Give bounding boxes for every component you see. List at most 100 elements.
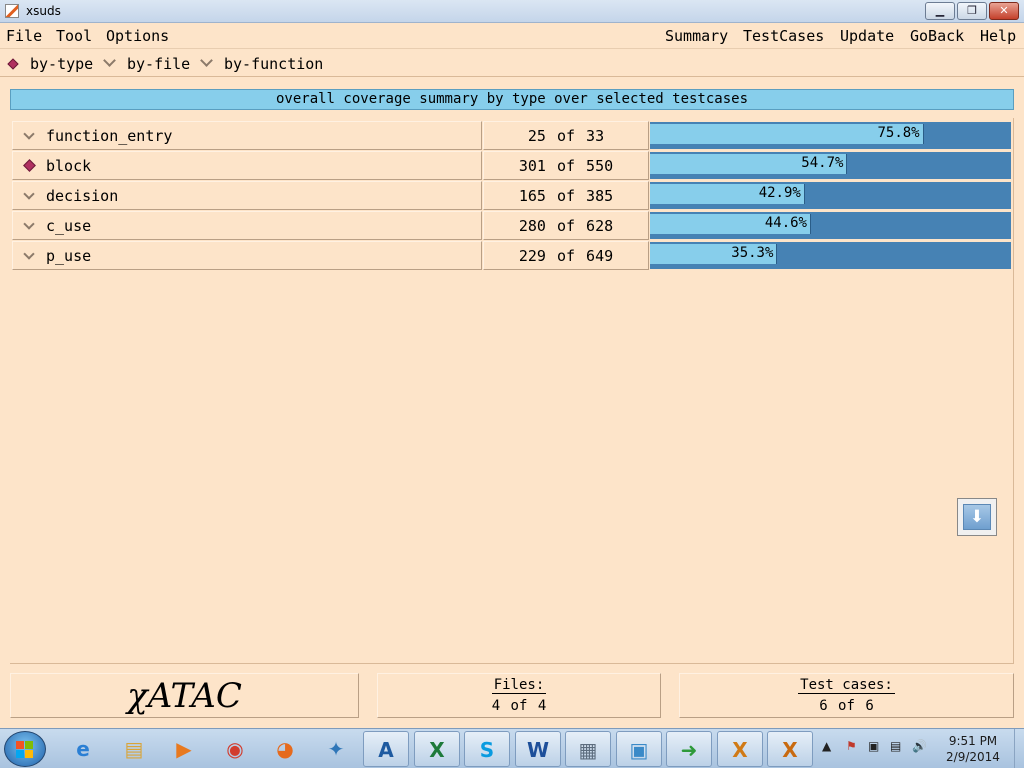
- count-cell: 165 of 385: [483, 181, 649, 210]
- volume-icon[interactable]: 🔊: [912, 739, 927, 753]
- menu-options[interactable]: Options: [106, 27, 169, 45]
- minimize-icon: ▁: [935, 4, 945, 17]
- taskbar-file-explorer-button[interactable]: ▤: [111, 731, 157, 767]
- xsuds-app-icon: [5, 4, 19, 18]
- calculator-icon: ▦: [578, 738, 598, 762]
- taskbar-photo-viewer-button[interactable]: ▣: [616, 731, 662, 767]
- xming-launch-icon: ➜: [680, 738, 698, 762]
- menu-file[interactable]: File: [6, 27, 42, 45]
- files-value: 4 of 4: [491, 698, 547, 714]
- show-desktop-button[interactable]: [1014, 729, 1024, 768]
- network-icon[interactable]: ▤: [890, 739, 901, 753]
- network-app-icon: ✦: [327, 737, 345, 761]
- close-icon: ✕: [999, 4, 1009, 17]
- type-cell[interactable]: p_use: [12, 241, 482, 270]
- count-label: 301 of 550: [518, 157, 614, 175]
- radio-unselected-icon: [103, 54, 116, 67]
- type-cell[interactable]: decision: [12, 181, 482, 210]
- taskbar-word-button[interactable]: W: [515, 731, 561, 767]
- menu-testcases[interactable]: TestCases: [743, 27, 824, 45]
- count-label: 229 of 649: [518, 247, 614, 265]
- table-row[interactable]: function_entry 25 of 33 75.8%: [12, 121, 1012, 151]
- table-row[interactable]: c_use 280 of 628 44.6%: [12, 211, 1012, 241]
- type-label: p_use: [46, 247, 92, 265]
- chrome-icon: ◉: [226, 737, 244, 761]
- maximize-button[interactable]: ❐: [957, 2, 987, 20]
- count-cell: 25 of 33: [483, 121, 649, 150]
- menu-update[interactable]: Update: [840, 27, 894, 45]
- taskbar-publisher-button[interactable]: A: [363, 731, 409, 767]
- menu-help[interactable]: Help: [980, 27, 1016, 45]
- taskbar-network-app-button[interactable]: ✦: [313, 731, 359, 767]
- taskbar-xming-button[interactable]: X: [717, 731, 763, 767]
- maximize-icon: ❐: [967, 4, 977, 17]
- taskbar-xming-active-button[interactable]: X: [767, 731, 813, 767]
- table-row[interactable]: p_use 229 of 649 35.3%: [12, 241, 1012, 271]
- testcases-value: 6 of 6: [819, 698, 874, 714]
- view-by-file-radio[interactable]: by-file: [103, 54, 190, 73]
- title-bar: xsuds ▁ ❐ ✕: [0, 0, 1024, 23]
- type-label: c_use: [46, 217, 92, 235]
- menu-tool[interactable]: Tool: [56, 27, 92, 45]
- taskbar-skype-button[interactable]: S: [464, 731, 510, 767]
- view-by-type-radio[interactable]: by-type: [7, 55, 93, 73]
- publisher-icon: A: [378, 738, 394, 762]
- taskbar-media-player-button[interactable]: ▶: [161, 731, 207, 767]
- count-cell: 229 of 649: [483, 241, 649, 270]
- media-player-icon: ▶: [176, 737, 192, 761]
- testcases-label: Test cases:: [798, 677, 895, 694]
- close-button[interactable]: ✕: [989, 2, 1019, 20]
- menu-goback[interactable]: GoBack: [910, 27, 964, 45]
- table-row[interactable]: block 301 of 550 54.7%: [12, 151, 1012, 181]
- count-cell: 280 of 628: [483, 211, 649, 240]
- scroll-down-button[interactable]: ⬇: [957, 498, 997, 536]
- xatac-logo: χATAC: [127, 676, 242, 716]
- table-row[interactable]: decision 165 of 385 42.9%: [12, 181, 1012, 211]
- view-by-function-label: by-function: [224, 55, 324, 73]
- skype-icon: S: [479, 738, 495, 762]
- clock[interactable]: 9:51 PM 2/9/2014: [934, 733, 1012, 765]
- type-cell[interactable]: c_use: [12, 211, 482, 240]
- row-radio-icon: [23, 188, 35, 200]
- type-cell[interactable]: block: [12, 151, 482, 180]
- view-by-function-radio[interactable]: by-function: [200, 54, 324, 73]
- count-label: 280 of 628: [518, 217, 614, 235]
- count-label: 25 of 33: [527, 127, 605, 145]
- percent-label: 44.6%: [764, 215, 807, 231]
- coverage-bar-fill: 75.8%: [650, 124, 924, 144]
- windows-taskbar: e ▤ ▶ ◉ ◕ ✦ A X S W ▦ ▣ ➜ X X ▲ ⚑ ▣ ▤ 🔊 9:51 PM 2/9/20…: [0, 728, 1024, 768]
- xming-active-icon: X: [782, 738, 798, 762]
- row-radio-icon: [23, 128, 35, 140]
- taskbar-internet-explorer-button[interactable]: e: [60, 731, 106, 767]
- percent-label: 75.8%: [877, 125, 920, 141]
- radio-unselected-icon: [200, 54, 213, 67]
- device-icon[interactable]: ▣: [868, 739, 879, 753]
- menu-summary[interactable]: Summary: [665, 27, 728, 45]
- word-icon: W: [526, 738, 550, 762]
- file-explorer-icon: ▤: [124, 737, 144, 761]
- start-button[interactable]: [4, 731, 46, 767]
- type-cell[interactable]: function_entry: [12, 121, 482, 150]
- count-cell: 301 of 550: [483, 151, 649, 180]
- row-radio-selected-icon: [23, 159, 36, 172]
- show-hidden-icons[interactable]: ▲: [822, 739, 831, 753]
- taskbar-firefox-button[interactable]: ◕: [262, 731, 308, 767]
- taskbar-chrome-button[interactable]: ◉: [212, 731, 258, 767]
- coverage-bar: 54.7%: [650, 152, 1011, 179]
- testcases-panel: Test cases: 6 of 6: [679, 673, 1014, 718]
- taskbar-excel-button[interactable]: X: [414, 731, 460, 767]
- taskbar-xming-launch-button[interactable]: ➜: [666, 731, 712, 767]
- action-center-icon[interactable]: ⚑: [846, 739, 857, 753]
- photo-viewer-icon: ▣: [629, 738, 649, 762]
- logo-panel: χATAC: [10, 673, 359, 718]
- minimize-button[interactable]: ▁: [925, 2, 955, 20]
- window-title: xsuds: [26, 4, 61, 18]
- percent-label: 54.7%: [801, 155, 844, 171]
- count-label: 165 of 385: [518, 187, 614, 205]
- percent-label: 35.3%: [731, 245, 774, 261]
- files-panel: Files: 4 of 4: [377, 673, 661, 718]
- excel-icon: X: [429, 738, 445, 762]
- clock-time: 9:51 PM: [948, 734, 998, 748]
- menu-bar: File Tool Options Summary TestCases Upda…: [0, 23, 1024, 49]
- taskbar-calculator-button[interactable]: ▦: [565, 731, 611, 767]
